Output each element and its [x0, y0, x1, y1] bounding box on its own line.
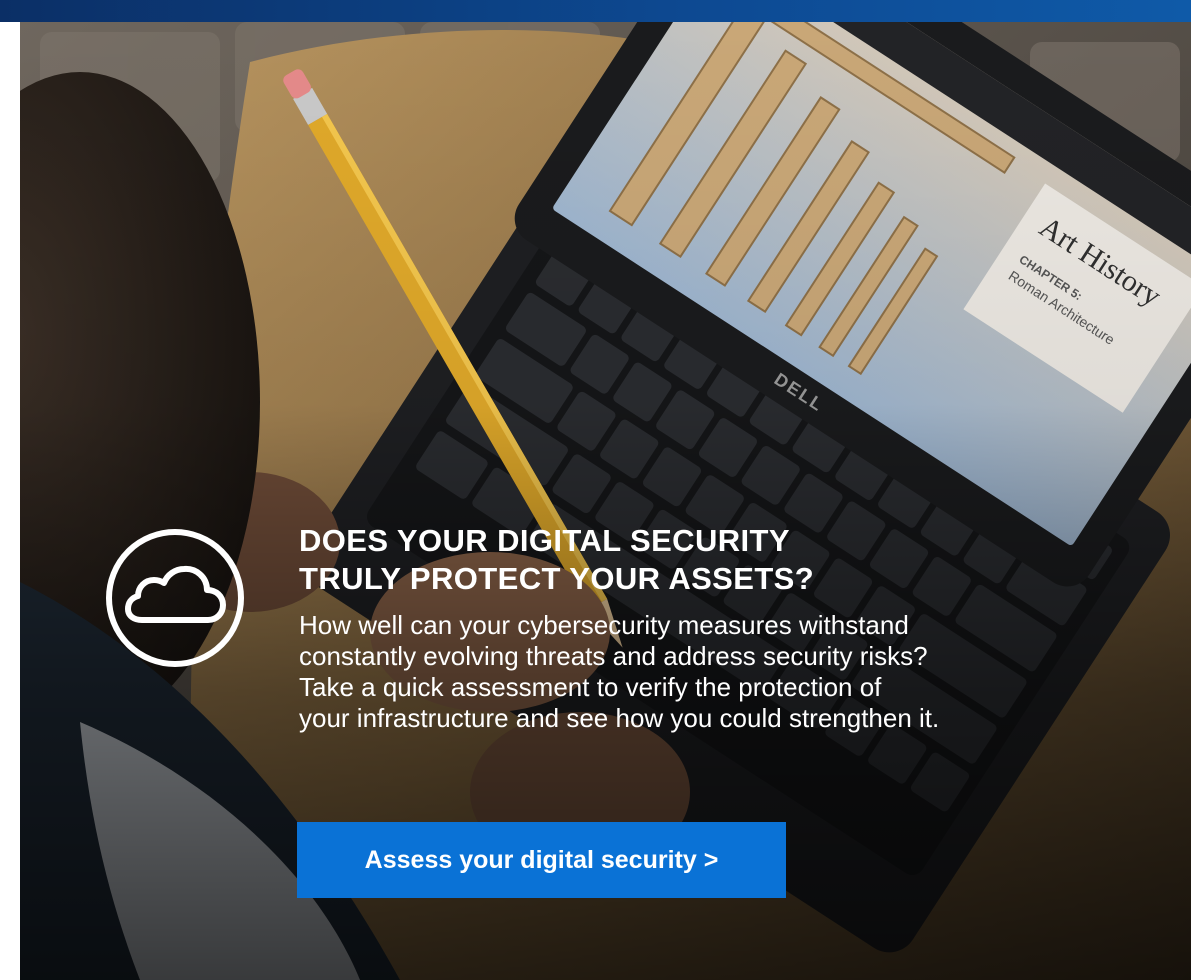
description-line: Take a quick assessment to verify the pr…: [299, 672, 882, 702]
hero-description: How well can your cybersecurity measures…: [299, 610, 1119, 734]
assess-security-button[interactable]: Assess your digital security >: [297, 822, 786, 898]
top-banner-bar: [0, 0, 1191, 22]
description-line: How well can your cybersecurity measures…: [299, 610, 909, 640]
hero-banner: Art History CHAPTER 5: Roman Architectur…: [20, 22, 1191, 980]
headline-line: DOES YOUR DIGITAL SECURITY: [299, 523, 790, 558]
hero-headline: DOES YOUR DIGITAL SECURITY TRULY PROTECT…: [299, 522, 1059, 598]
description-line: your infrastructure and see how you coul…: [299, 703, 940, 733]
headline-line: TRULY PROTECT YOUR ASSETS?: [299, 561, 815, 596]
page-gutter: [0, 22, 20, 980]
cloud-icon: [106, 529, 244, 667]
description-line: constantly evolving threats and address …: [299, 641, 928, 671]
